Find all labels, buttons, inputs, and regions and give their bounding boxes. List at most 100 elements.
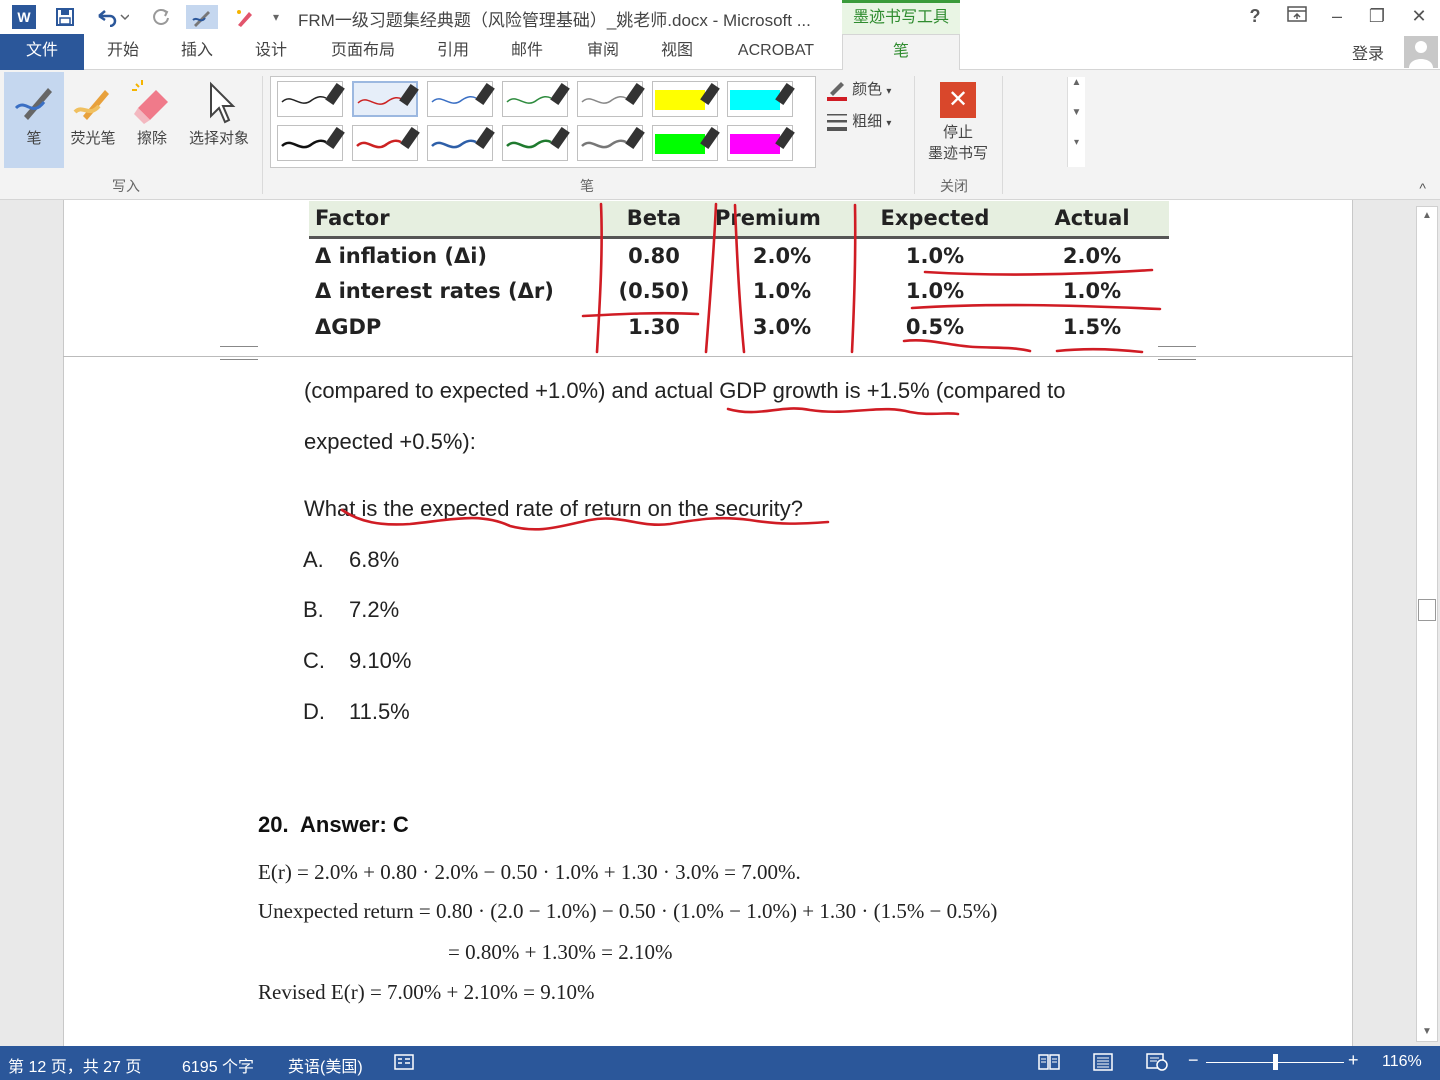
tab-file[interactable]: 文件 xyxy=(0,34,84,70)
pen-swatch[interactable] xyxy=(427,81,495,117)
tab-review[interactable]: 审阅 xyxy=(576,34,630,70)
language-status[interactable]: 英语(美国) xyxy=(288,1053,363,1077)
scroll-up-icon[interactable]: ▲ xyxy=(1417,207,1437,225)
highlighter-fill xyxy=(655,90,705,110)
ink-thickness-button[interactable]: 粗细 ▾ xyxy=(826,110,891,133)
minimize-button[interactable]: ‒ xyxy=(1322,4,1352,28)
table-row: Δ inflation (Δi) 0.80 2.0% 1.0% 2.0% xyxy=(309,237,1169,273)
save-icon[interactable] xyxy=(52,5,78,29)
gallery-scroll-down-icon[interactable]: ▼ xyxy=(1067,107,1085,137)
tab-home[interactable]: 开始 xyxy=(96,34,150,70)
title-bar: W ▾ FRM一级习题集经典题（风险管理基础）_姚老师.docx - Micro… xyxy=(0,0,1440,34)
tab-page-layout[interactable]: 页面布局 xyxy=(318,34,408,70)
pen-tool-button[interactable]: 笔 xyxy=(4,72,64,168)
option-text: 9.10% xyxy=(349,648,412,673)
option-letter: D. xyxy=(303,699,325,724)
word-count-status[interactable]: 6195 个字 xyxy=(182,1053,254,1077)
sign-in-link[interactable]: 登录 xyxy=(1352,40,1384,64)
zoom-level[interactable]: 116% xyxy=(1382,1053,1422,1071)
close-button[interactable]: ✕ xyxy=(1404,4,1434,28)
customize-quick-access-icon[interactable]: ▾ xyxy=(268,5,284,29)
pen-swatch[interactable] xyxy=(352,125,420,161)
select-objects-button[interactable]: 选择对象 xyxy=(182,72,256,168)
table-cell: 1.0% xyxy=(1062,279,1122,303)
tab-pen[interactable]: 笔 xyxy=(842,34,960,71)
eraser-tool-button[interactable]: 擦除 xyxy=(124,72,180,168)
avatar[interactable] xyxy=(1404,36,1438,68)
tab-references[interactable]: 引用 xyxy=(426,34,480,70)
option-letter: B. xyxy=(303,597,324,622)
group-label-pens: 笔 xyxy=(580,178,594,194)
highlighter-fill xyxy=(730,134,780,154)
page-corner-mark xyxy=(220,346,258,360)
collapse-ribbon-icon[interactable]: ^ xyxy=(1419,180,1426,196)
stop-inking-label-2: 墨迹书写 xyxy=(927,145,988,162)
print-layout-icon[interactable] xyxy=(1092,1053,1114,1076)
answer-option: C. 9.10% xyxy=(303,648,411,674)
pen-swatch[interactable] xyxy=(277,125,345,161)
tab-insert[interactable]: 插入 xyxy=(170,34,224,70)
gallery-expand-icon[interactable]: ▾ xyxy=(1067,137,1085,167)
table-cell: 1.0% xyxy=(905,279,965,303)
vertical-scrollbar[interactable]: ▲ ▼ xyxy=(1416,206,1438,1042)
chevron-down-icon: ▾ xyxy=(886,118,892,129)
tab-view[interactable]: 视图 xyxy=(650,34,704,70)
tab-mailings[interactable]: 邮件 xyxy=(500,34,554,70)
pen-swatch[interactable] xyxy=(652,81,720,117)
table-row: ΔGDP 1.30 3.0% 0.5% 1.5% xyxy=(309,309,1169,345)
stop-x-icon: ✕ xyxy=(940,82,976,118)
pen-swatch[interactable] xyxy=(577,125,645,161)
scroll-thumb[interactable] xyxy=(1418,599,1436,621)
formula-expected-return: E(r) = 2.0% + 0.80 · 2.0% − 0.50 · 1.0% … xyxy=(258,860,801,884)
pen-swatch[interactable] xyxy=(502,125,570,161)
document-canvas: Factor Beta Premium Expected Actual Δ in… xyxy=(0,200,1440,1046)
restore-button[interactable]: ❐ xyxy=(1362,4,1392,28)
pen-swatch[interactable] xyxy=(727,125,795,161)
ribbon-separator xyxy=(262,76,263,194)
web-layout-icon[interactable] xyxy=(1146,1053,1168,1076)
word-app-icon[interactable]: W xyxy=(12,5,36,29)
pen-swatch[interactable] xyxy=(502,81,570,117)
ink-color-label: 颜色 xyxy=(852,81,883,98)
pen-swatch[interactable] xyxy=(352,81,419,117)
answer-number: 20. xyxy=(258,812,289,837)
table-cell: 2.0% xyxy=(752,243,812,268)
column-header-expected: Expected xyxy=(855,201,1015,239)
highlighter-tool-button[interactable]: 荧光笔 xyxy=(64,72,122,168)
zoom-in-button[interactable]: + xyxy=(1348,1050,1359,1071)
factor-table: Factor Beta Premium Expected Actual Δ in… xyxy=(309,201,1169,345)
pen-swatch[interactable] xyxy=(577,81,645,117)
page-count-status[interactable]: 第 12 页，共 27 页 xyxy=(8,1053,141,1077)
ribbon-display-options-icon[interactable] xyxy=(1282,4,1312,28)
pen-mode-icon[interactable] xyxy=(186,5,218,29)
color-pen-icon xyxy=(827,82,847,102)
tab-design[interactable]: 设计 xyxy=(244,34,298,70)
ink-color-button[interactable]: 颜色 ▾ xyxy=(826,78,891,102)
column-header-premium: Premium xyxy=(709,201,855,239)
pen-swatch[interactable] xyxy=(727,81,795,117)
table-cell: ΔGDP xyxy=(315,315,382,339)
scroll-down-icon[interactable]: ▼ xyxy=(1417,1023,1437,1041)
zoom-out-button[interactable]: − xyxy=(1188,1050,1199,1071)
select-objects-label: 选择对象 xyxy=(188,130,249,147)
help-button[interactable]: ? xyxy=(1240,4,1270,28)
table-row: Δ interest rates (Δr) (0.50) 1.0% 1.0% 1… xyxy=(309,273,1169,309)
macro-record-icon[interactable] xyxy=(394,1053,414,1076)
column-header-factor: Factor xyxy=(309,201,599,239)
pen-swatch[interactable] xyxy=(427,125,495,161)
undo-icon[interactable] xyxy=(92,5,132,29)
read-mode-icon[interactable] xyxy=(1038,1053,1060,1076)
paragraph-line: expected +0.5%): xyxy=(304,429,476,454)
table-cell: Δ interest rates (Δr) xyxy=(315,279,554,303)
tab-acrobat[interactable]: ACROBAT xyxy=(726,34,826,70)
pen-swatch[interactable] xyxy=(277,81,345,117)
option-text: 7.2% xyxy=(349,597,400,622)
stop-inking-button[interactable]: ✕ 停止 墨迹书写 xyxy=(918,72,998,172)
table-cell: 2.0% xyxy=(1062,243,1122,268)
gallery-scroll-up-icon[interactable]: ▲ xyxy=(1067,77,1085,107)
redo-icon[interactable] xyxy=(148,5,174,29)
pen-swatch[interactable] xyxy=(652,125,720,161)
answer-option: D. 11.5% xyxy=(303,699,410,725)
highlighter-quick-icon[interactable] xyxy=(230,5,258,29)
zoom-slider-thumb[interactable] xyxy=(1273,1054,1278,1070)
